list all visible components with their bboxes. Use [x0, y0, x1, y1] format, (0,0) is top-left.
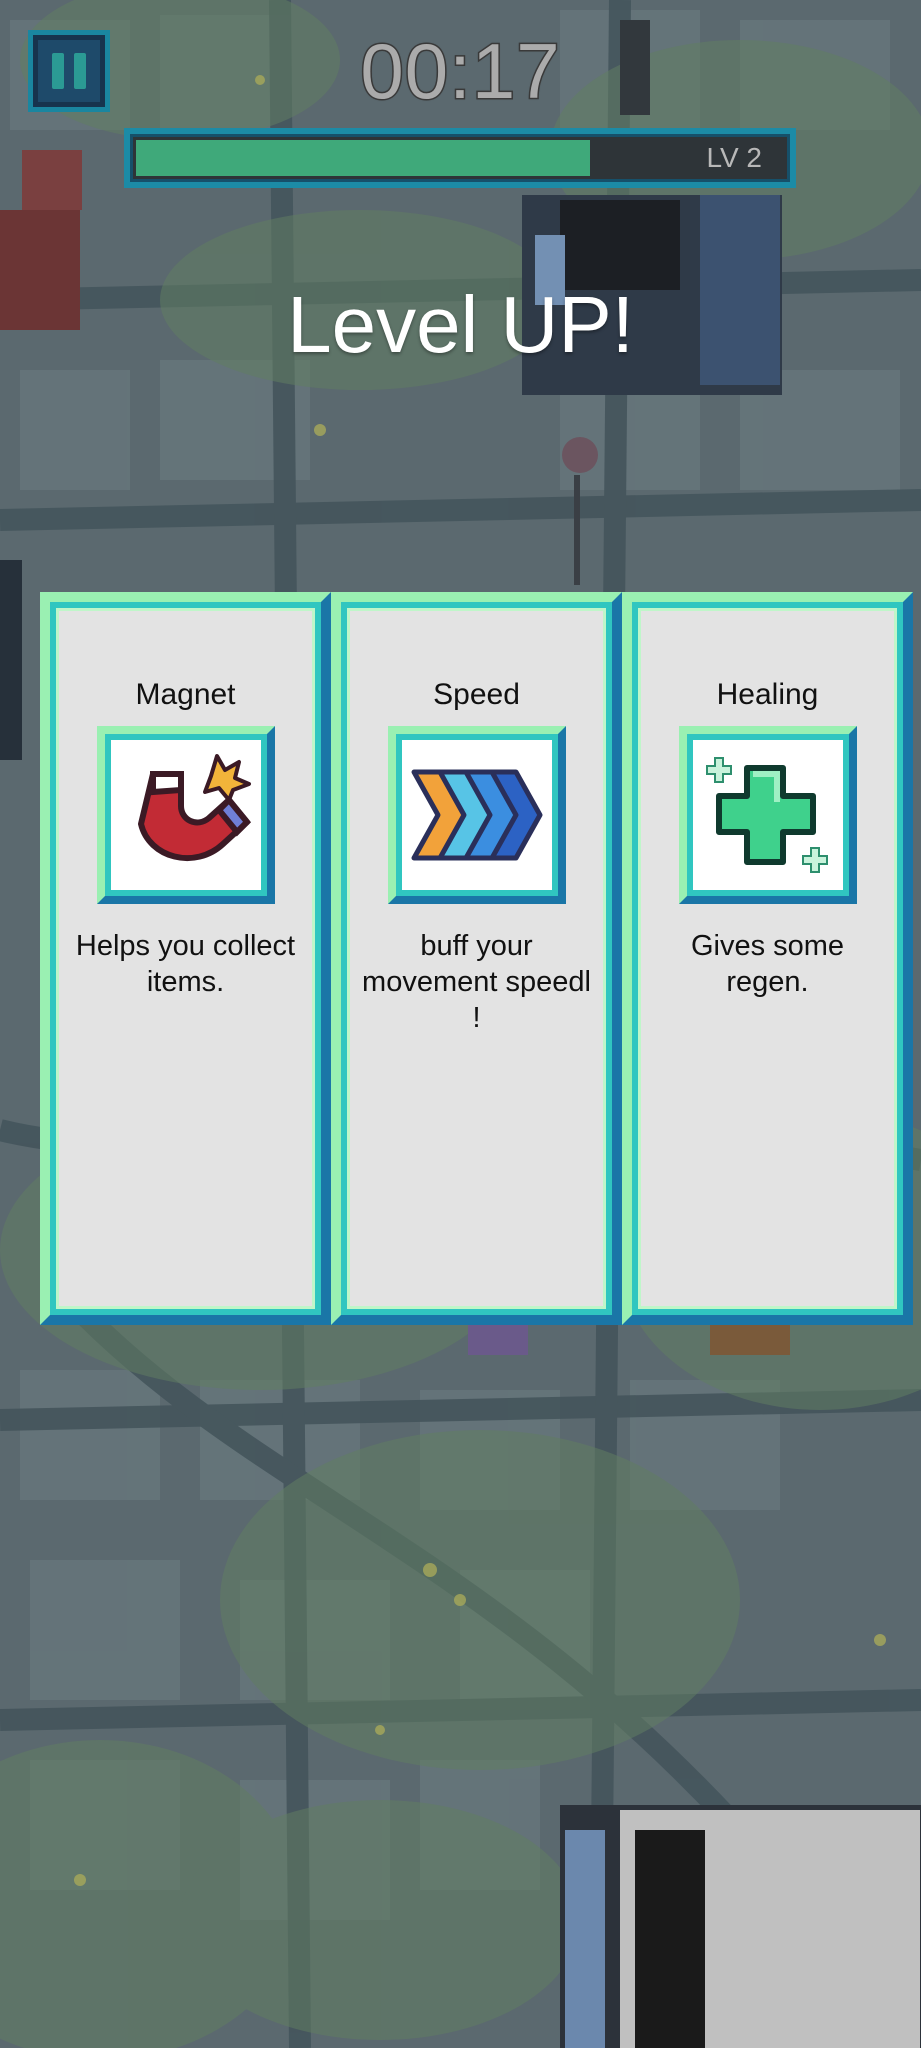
card-icon-frame: [678, 726, 857, 904]
magnet-icon: [137, 754, 251, 862]
card-title: Magnet: [135, 678, 236, 711]
upgrade-card-magnet[interactable]: Magnet Helps you collect items.: [40, 592, 331, 1325]
xp-bar: LV 2: [124, 128, 796, 188]
card-icon-frame: [387, 726, 566, 904]
level-up-banner: Level UP!: [287, 280, 634, 369]
upgrade-card-speed[interactable]: Speed buff your movement speedl !: [331, 592, 622, 1325]
card-title: Speed: [433, 678, 520, 711]
match-timer: 00:17: [359, 27, 561, 116]
upgrade-card-healing[interactable]: Healing Gives some regen.: [622, 592, 913, 1325]
card-description: Helps you collect items.: [75, 930, 296, 998]
xp-bar-fill: [136, 140, 590, 176]
upgrade-choices: Magnet Helps you collect items. Speed bu…: [40, 592, 916, 1325]
speed-chevrons-icon: [411, 769, 542, 861]
card-description: buff your movement speedl !: [362, 930, 591, 1034]
card-title: Healing: [716, 678, 819, 711]
card-icon-frame: [96, 726, 275, 904]
healing-cross-icon: [705, 757, 828, 873]
card-description: Gives some regen.: [690, 930, 845, 998]
level-label: LV 2: [706, 142, 762, 173]
